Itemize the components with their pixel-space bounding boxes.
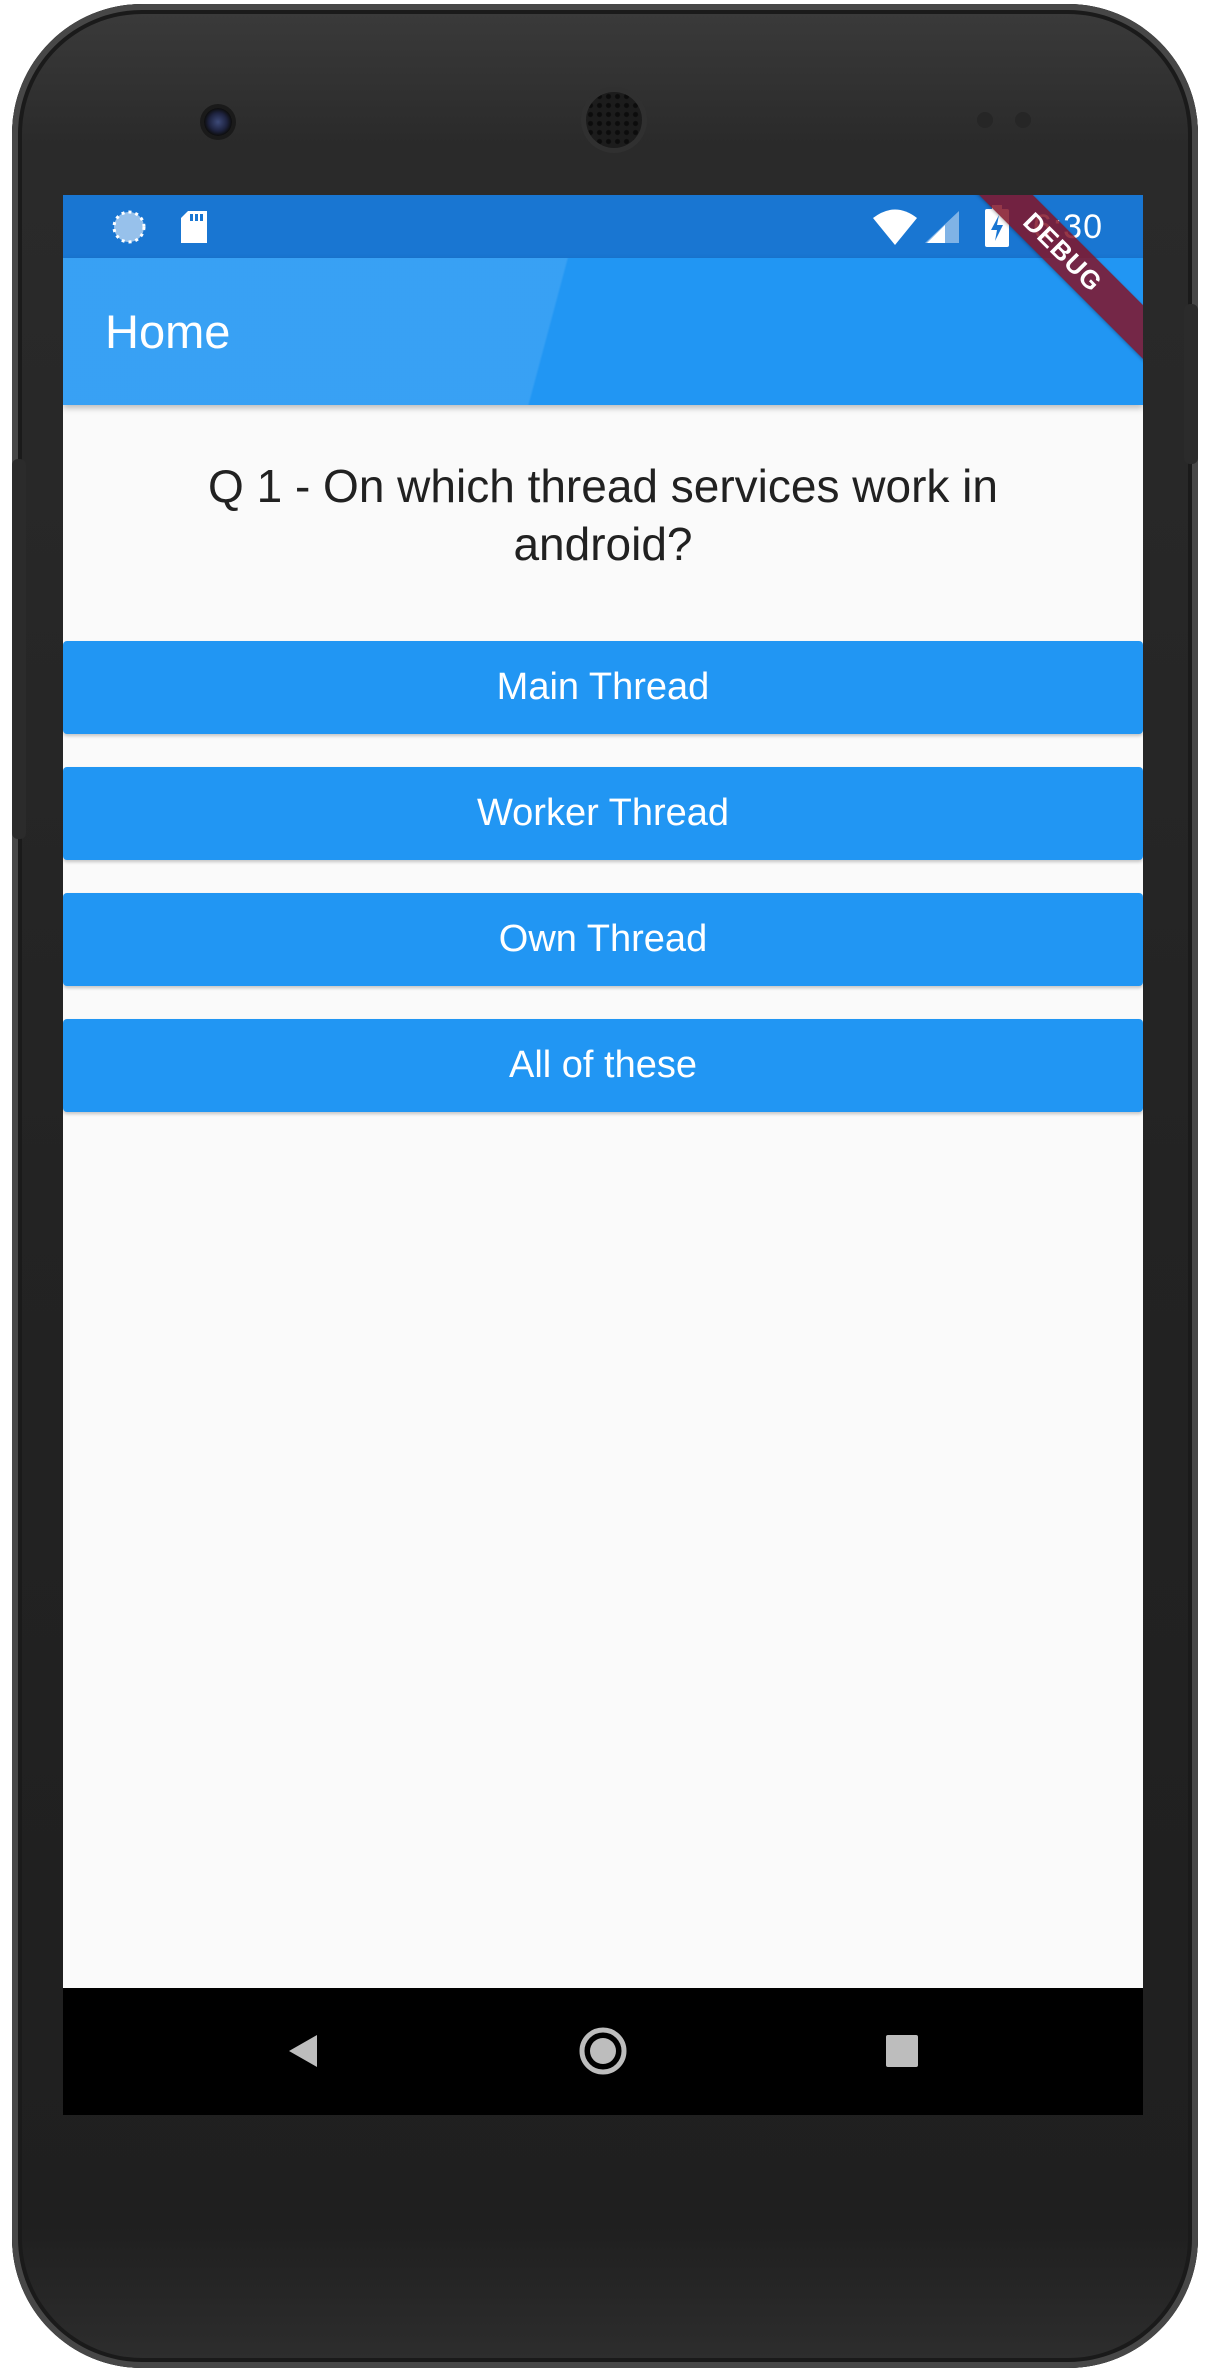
navigation-bar <box>63 1988 1143 2115</box>
status-bar: 6:30 <box>63 195 1143 258</box>
power-button <box>1184 304 1198 464</box>
home-icon[interactable] <box>570 2018 636 2084</box>
sync-icon <box>111 209 147 250</box>
answer-button-own-thread[interactable]: Own Thread <box>63 893 1143 986</box>
light-sensor <box>1015 112 1031 128</box>
app-bar: Home <box>63 258 1143 405</box>
page-title: Home <box>105 305 231 358</box>
screen: 6:30 DEBUG Home Q 1 - On which thread se… <box>63 195 1143 2115</box>
earpiece-speaker <box>586 92 642 148</box>
proximity-sensor <box>977 112 993 128</box>
front-camera <box>204 108 232 136</box>
answer-button-main-thread[interactable]: Main Thread <box>63 641 1143 734</box>
volume-button <box>12 459 26 839</box>
answer-button-worker-thread[interactable]: Worker Thread <box>63 767 1143 860</box>
question-text: Q 1 - On which thread services work in a… <box>208 460 998 570</box>
recents-icon[interactable] <box>869 2018 935 2084</box>
answer-button-all-of-these[interactable]: All of these <box>63 1019 1143 1112</box>
sd-card-icon <box>179 209 209 250</box>
quiz-content: Q 1 - On which thread services work in a… <box>63 405 1143 1112</box>
cell-signal-icon <box>923 209 961 250</box>
wifi-icon <box>871 207 919 252</box>
back-icon[interactable] <box>270 2018 336 2084</box>
